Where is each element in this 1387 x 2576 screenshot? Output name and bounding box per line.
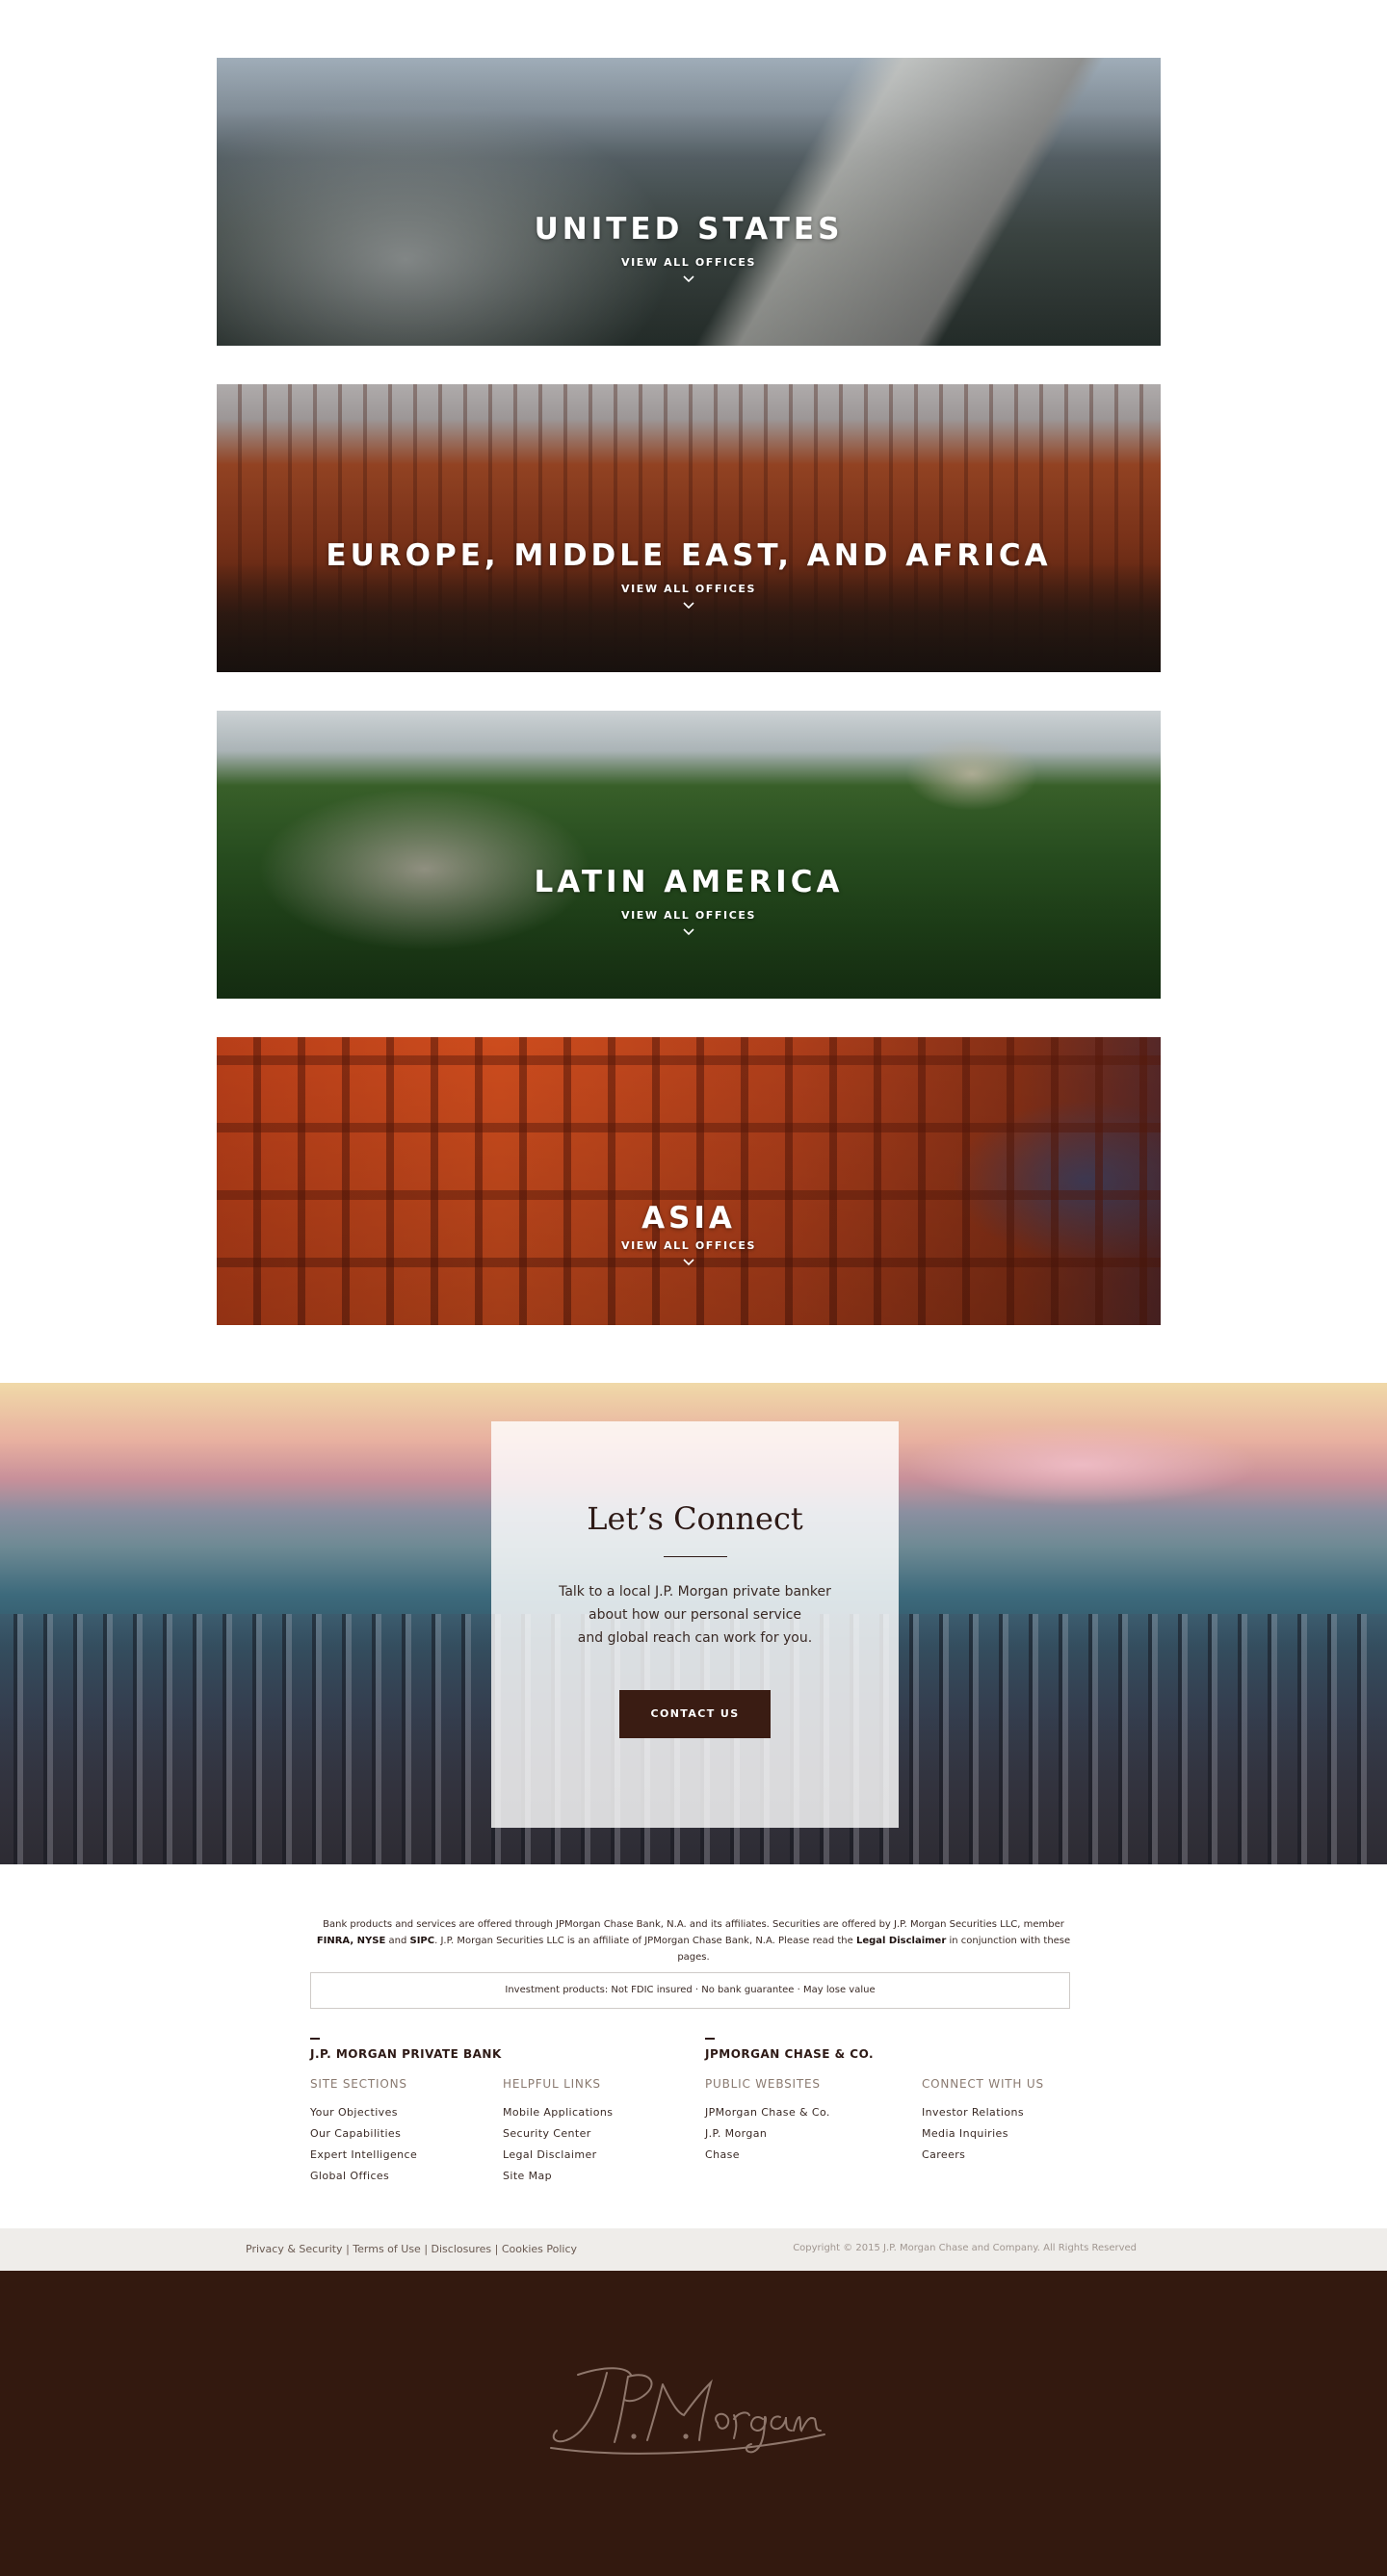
region-card-emea[interactable]: EUROPE, MIDDLE EAST, AND AFRICA VIEW ALL… — [217, 384, 1161, 672]
footer-link[interactable]: Security Center — [503, 2123, 613, 2145]
helpful-links-title: HELPFUL LINKS — [503, 2077, 601, 2091]
policy-links: Privacy & Security | Terms of Use | Disc… — [246, 2243, 578, 2255]
footer-link[interactable]: Our Capabilities — [310, 2123, 417, 2145]
footer-link[interactable]: Your Objectives — [310, 2102, 417, 2123]
contact-us-button[interactable]: CONTACT US — [619, 1690, 771, 1738]
public-websites-title: PUBLIC WEBSITES — [705, 2077, 821, 2091]
chevron-down-icon[interactable] — [682, 601, 695, 611]
region-card-united-states[interactable]: UNITED STATES VIEW ALL OFFICES — [217, 58, 1161, 346]
brand-footer — [0, 2271, 1387, 2576]
footer-link[interactable]: Legal Disclaimer — [503, 2145, 613, 2166]
region-title: LATIN AMERICA — [534, 865, 844, 899]
footer-link[interactable]: Chase — [705, 2145, 830, 2166]
region-card-asia[interactable]: ASIA VIEW ALL OFFICES — [217, 1037, 1161, 1325]
site-sections-list: Your Objectives Our Capabilities Expert … — [310, 2102, 417, 2187]
jp-morgan-logo — [550, 2367, 825, 2455]
investment-disclosure: Investment products: Not FDIC insured · … — [310, 1972, 1070, 2009]
connect-card: Let’s Connect Talk to a local J.P. Morga… — [491, 1421, 899, 1828]
footer-link[interactable]: Investor Relations — [922, 2102, 1024, 2123]
view-all-offices-link[interactable]: VIEW ALL OFFICES — [621, 256, 756, 269]
terms-of-use-link[interactable]: Terms of Use — [353, 2243, 421, 2255]
footer-link[interactable]: J.P. Morgan — [705, 2123, 830, 2145]
footer-heading-jpmc: JPMORGAN CHASE & CO. — [705, 2038, 875, 2061]
footer-link[interactable]: JPMorgan Chase & Co. — [705, 2102, 830, 2123]
footer-link[interactable]: Expert Intelligence — [310, 2145, 417, 2166]
region-card-latin-america[interactable]: LATIN AMERICA VIEW ALL OFFICES — [217, 711, 1161, 999]
connect-banner: Let’s Connect Talk to a local J.P. Morga… — [0, 1383, 1387, 1864]
connect-with-us-list: Investor Relations Media Inquiries Caree… — [922, 2102, 1024, 2166]
connect-with-us-title: CONNECT WITH US — [922, 2077, 1044, 2091]
footer-link[interactable]: Careers — [922, 2145, 1024, 2166]
finra-link[interactable]: FINRA, NYSE — [317, 1936, 385, 1946]
site-sections-title: SITE SECTIONS — [310, 2077, 407, 2091]
view-all-offices-link[interactable]: VIEW ALL OFFICES — [621, 909, 756, 922]
sipc-link[interactable]: SIPC — [410, 1936, 435, 1946]
region-title: ASIA — [641, 1201, 736, 1236]
region-title: EUROPE, MIDDLE EAST, AND AFRICA — [326, 538, 1052, 573]
connect-description: Talk to a local J.P. Morgan private bank… — [559, 1584, 831, 1646]
view-all-offices-link[interactable]: VIEW ALL OFFICES — [621, 1239, 756, 1252]
footer-link[interactable]: Media Inquiries — [922, 2123, 1024, 2145]
helpful-links-list: Mobile Applications Security Center Lega… — [503, 2102, 613, 2187]
privacy-security-link[interactable]: Privacy & Security — [246, 2243, 343, 2255]
footer-link[interactable]: Mobile Applications — [503, 2102, 613, 2123]
regions-list: UNITED STATES VIEW ALL OFFICES EUROPE, M… — [217, 58, 1161, 1364]
disclosures-link[interactable]: Disclosures — [432, 2243, 492, 2255]
view-all-offices-link[interactable]: VIEW ALL OFFICES — [621, 583, 756, 595]
legal-notice: Bank products and services are offered t… — [316, 1919, 1071, 1963]
public-websites-list: JPMorgan Chase & Co. J.P. Morgan Chase — [705, 2102, 830, 2166]
footer-heading-private-bank: J.P. MORGAN PRIVATE BANK — [310, 2038, 502, 2061]
footer-link[interactable]: Global Offices — [310, 2166, 417, 2187]
copyright: Copyright © 2015 J.P. Morgan Chase and C… — [793, 2243, 1137, 2253]
cookies-policy-link[interactable]: Cookies Policy — [502, 2243, 577, 2255]
connect-title: Let’s Connect — [587, 1500, 803, 1537]
chevron-down-icon[interactable] — [682, 927, 695, 937]
legal-disclaimer-link[interactable]: Legal Disclaimer — [856, 1936, 946, 1946]
region-title: UNITED STATES — [534, 212, 844, 247]
divider — [663, 1556, 727, 1557]
sub-footer: Privacy & Security | Terms of Use | Disc… — [0, 2228, 1387, 2271]
chevron-down-icon[interactable] — [682, 274, 695, 284]
chevron-down-icon[interactable] — [682, 1258, 695, 1267]
footer-link[interactable]: Site Map — [503, 2166, 613, 2187]
